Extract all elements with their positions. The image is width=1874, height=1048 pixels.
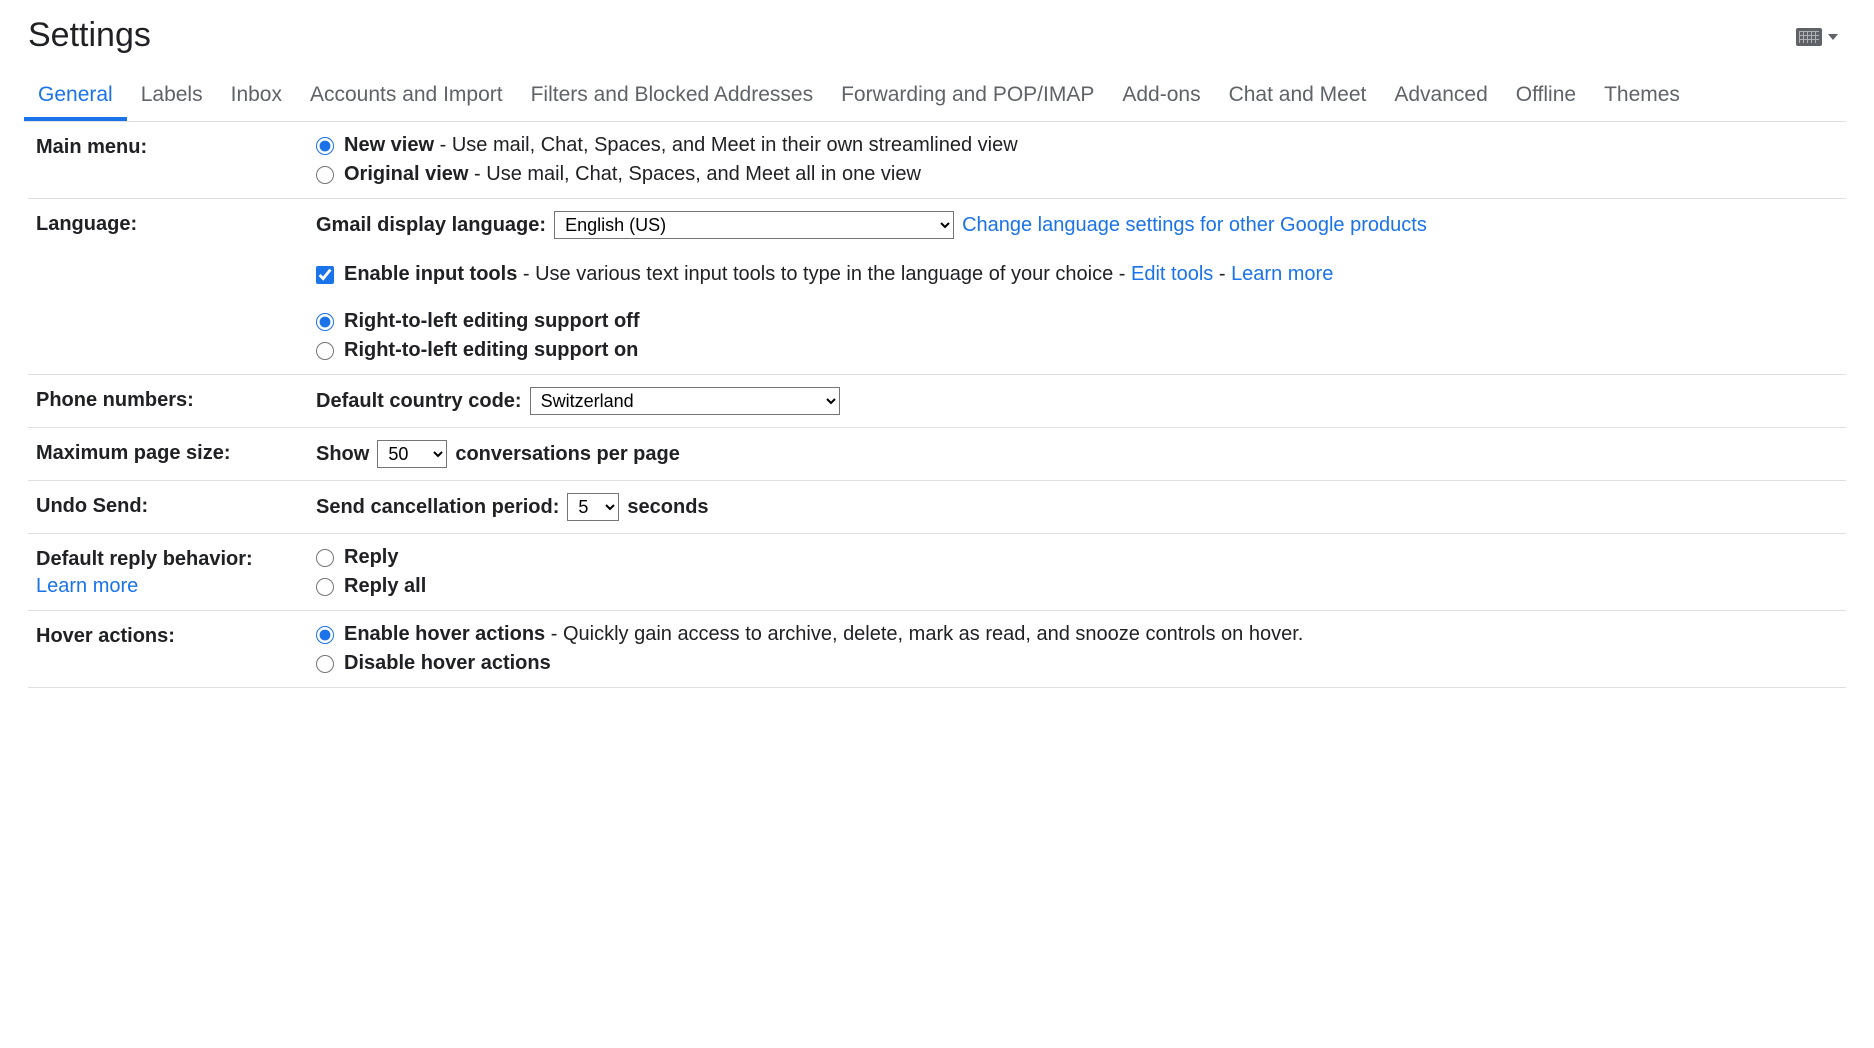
disable-hover-radio[interactable] (316, 655, 334, 673)
main-menu-new-view-radio[interactable] (316, 137, 334, 155)
edit-tools-link[interactable]: Edit tools (1131, 263, 1213, 285)
section-undo-send: Undo Send: Send cancellation period: 5 s… (28, 481, 1846, 534)
enable-hover-label: Enable hover actions (344, 623, 545, 645)
enable-input-tools-checkbox[interactable] (316, 266, 334, 284)
main-menu-label: Main menu: (36, 134, 316, 186)
enable-hover-radio[interactable] (316, 626, 334, 644)
section-phone-numbers: Phone numbers: Default country code: Swi… (28, 375, 1846, 428)
reply-radio[interactable] (316, 549, 334, 567)
original-view-desc: - Use mail, Chat, Spaces, and Meet all i… (468, 163, 920, 185)
seconds-label: seconds (627, 496, 708, 519)
reply-all-label: Reply all (344, 575, 426, 598)
tab-forwarding-pop-imap[interactable]: Forwarding and POP/IMAP (827, 73, 1108, 121)
tab-offline[interactable]: Offline (1502, 73, 1590, 121)
enable-hover-desc: - Quickly gain access to archive, delete… (545, 623, 1303, 645)
rtl-on-label: Right-to-left editing support on (344, 339, 638, 362)
new-view-desc: - Use mail, Chat, Spaces, and Meet in th… (434, 134, 1018, 156)
tab-general[interactable]: General (24, 73, 127, 121)
new-view-label: New view (344, 134, 434, 156)
keyboard-icon (1796, 28, 1822, 46)
tab-labels[interactable]: Labels (127, 73, 217, 121)
dash: - (1213, 263, 1231, 285)
rtl-off-radio[interactable] (316, 313, 334, 331)
country-code-select[interactable]: Switzerland (530, 387, 840, 415)
reply-all-radio[interactable] (316, 578, 334, 596)
phone-numbers-label: Phone numbers: (36, 387, 316, 415)
tab-themes[interactable]: Themes (1590, 73, 1694, 121)
tab-chat-meet[interactable]: Chat and Meet (1215, 73, 1381, 121)
reply-behavior-learn-more-link[interactable]: Learn more (36, 575, 138, 598)
input-tools-learn-more-link[interactable]: Learn more (1231, 263, 1333, 285)
rtl-on-radio[interactable] (316, 342, 334, 360)
change-language-link[interactable]: Change language settings for other Googl… (962, 214, 1427, 237)
display-language-label: Gmail display language: (316, 214, 546, 237)
undo-send-select[interactable]: 5 (567, 493, 619, 521)
section-hover-actions: Hover actions: Enable hover actions - Qu… (28, 611, 1846, 688)
original-view-label: Original view (344, 163, 468, 185)
section-reply-behavior: Default reply behavior: Learn more Reply… (28, 534, 1846, 611)
hover-actions-label: Hover actions: (36, 623, 316, 675)
tab-accounts-import[interactable]: Accounts and Import (296, 73, 517, 121)
tab-inbox[interactable]: Inbox (217, 73, 296, 121)
enable-input-tools-label: Enable input tools (344, 263, 517, 285)
page-size-select[interactable]: 50 (377, 440, 447, 468)
tab-filters-blocked[interactable]: Filters and Blocked Addresses (517, 73, 827, 121)
language-label: Language: (36, 211, 316, 362)
tab-addons[interactable]: Add-ons (1108, 73, 1214, 121)
show-label: Show (316, 443, 369, 466)
display-language-select[interactable]: English (US) (554, 211, 954, 239)
conversations-per-page-label: conversations per page (455, 443, 680, 466)
default-country-code-label: Default country code: (316, 390, 522, 413)
page-size-label: Maximum page size: (36, 440, 316, 468)
disable-hover-label: Disable hover actions (344, 652, 551, 675)
cancellation-period-label: Send cancellation period: (316, 496, 559, 519)
input-tools-dropdown[interactable] (1796, 16, 1846, 46)
undo-send-label: Undo Send: (36, 493, 316, 521)
section-language: Language: Gmail display language: Englis… (28, 199, 1846, 375)
reply-label: Reply (344, 546, 398, 569)
section-main-menu: Main menu: New view - Use mail, Chat, Sp… (28, 122, 1846, 199)
enable-input-tools-desc: - Use various text input tools to type i… (517, 263, 1131, 285)
main-menu-original-view-radio[interactable] (316, 166, 334, 184)
chevron-down-icon (1828, 34, 1838, 40)
reply-behavior-label: Default reply behavior: (36, 548, 253, 570)
settings-tabs: General Labels Inbox Accounts and Import… (24, 73, 1846, 122)
tab-advanced[interactable]: Advanced (1380, 73, 1501, 121)
page-title: Settings (28, 16, 151, 55)
rtl-off-label: Right-to-left editing support off (344, 310, 639, 333)
section-page-size: Maximum page size: Show 50 conversations… (28, 428, 1846, 481)
